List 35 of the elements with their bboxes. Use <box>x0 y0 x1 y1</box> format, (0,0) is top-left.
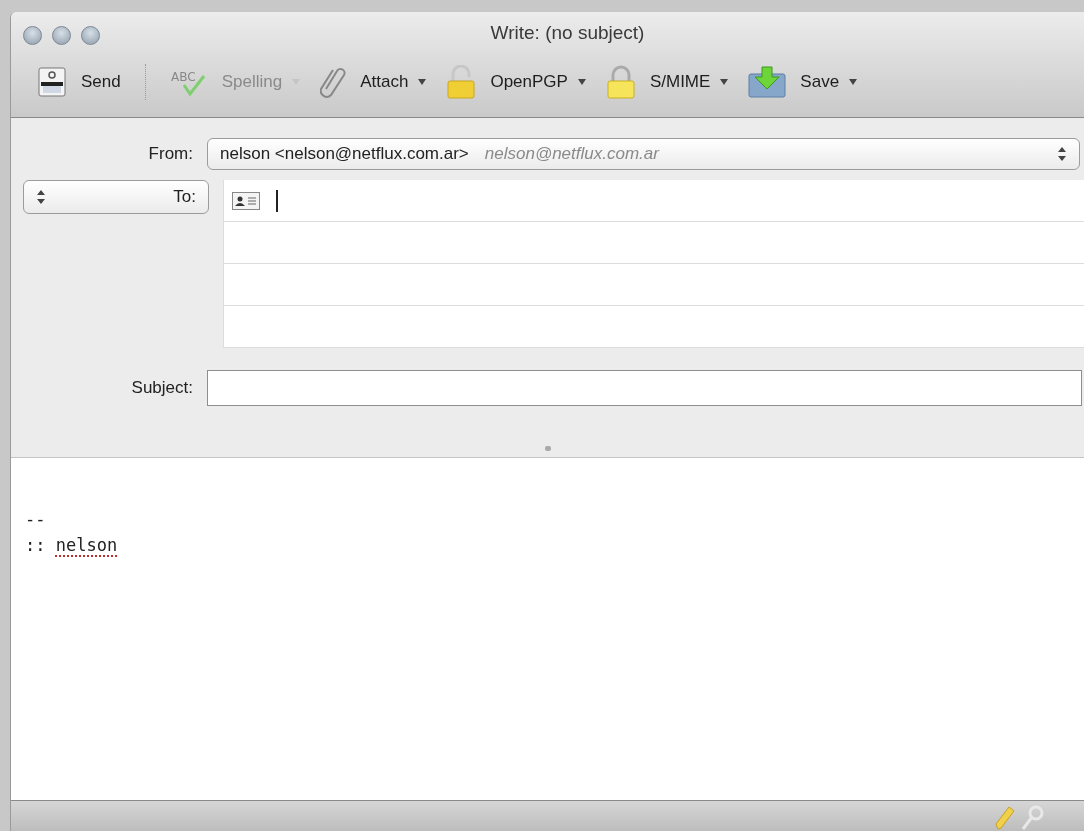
send-button[interactable]: Send <box>33 67 125 97</box>
key-icon <box>1020 805 1044 831</box>
openpgp-button[interactable]: OpenPGP <box>442 65 572 99</box>
pencil-icon <box>994 805 1016 831</box>
save-button[interactable]: Save <box>744 66 844 98</box>
dropdown-caret-icon[interactable] <box>849 77 858 87</box>
subject-label: Subject: <box>130 378 194 398</box>
window-title: Write: (no subject) <box>490 22 645 44</box>
printer-icon <box>37 67 67 97</box>
recipient-type-selector[interactable]: To: <box>23 180 209 214</box>
resize-grip-icon[interactable] <box>544 446 551 451</box>
zoom-button[interactable] <box>81 26 100 45</box>
from-selector[interactable]: nelson <nelson@netflux.com.ar> nelson@netflux.com.ar <box>207 138 1080 170</box>
smime-button[interactable]: S/MIME <box>601 65 715 99</box>
updown-arrows-icon <box>36 190 46 204</box>
download-tray-icon <box>748 66 787 98</box>
dropdown-caret-icon[interactable] <box>577 77 586 87</box>
misspelled-word: nelson <box>55 535 118 555</box>
from-label: From: <box>147 144 194 164</box>
dropdown-caret-icon[interactable] <box>720 77 729 87</box>
dropdown-caret-icon[interactable] <box>418 77 427 87</box>
from-hint: nelson@netflux.com.ar <box>484 144 661 164</box>
body-text: :: <box>25 535 47 555</box>
from-value: nelson <nelson@netflux.com.ar> <box>220 144 469 164</box>
paperclip-icon <box>320 65 347 99</box>
message-body[interactable]: -- :: nelson <box>11 458 1084 800</box>
updown-arrows-icon <box>1057 147 1067 161</box>
open-padlock-icon <box>446 65 477 99</box>
body-text: -- <box>25 509 46 529</box>
minimize-button[interactable] <box>52 26 71 45</box>
attach-button[interactable]: Attach <box>316 65 413 99</box>
padlock-icon <box>605 65 636 99</box>
contact-card-icon[interactable] <box>232 191 260 210</box>
subject-field[interactable] <box>207 370 1082 406</box>
close-button[interactable] <box>23 26 42 45</box>
